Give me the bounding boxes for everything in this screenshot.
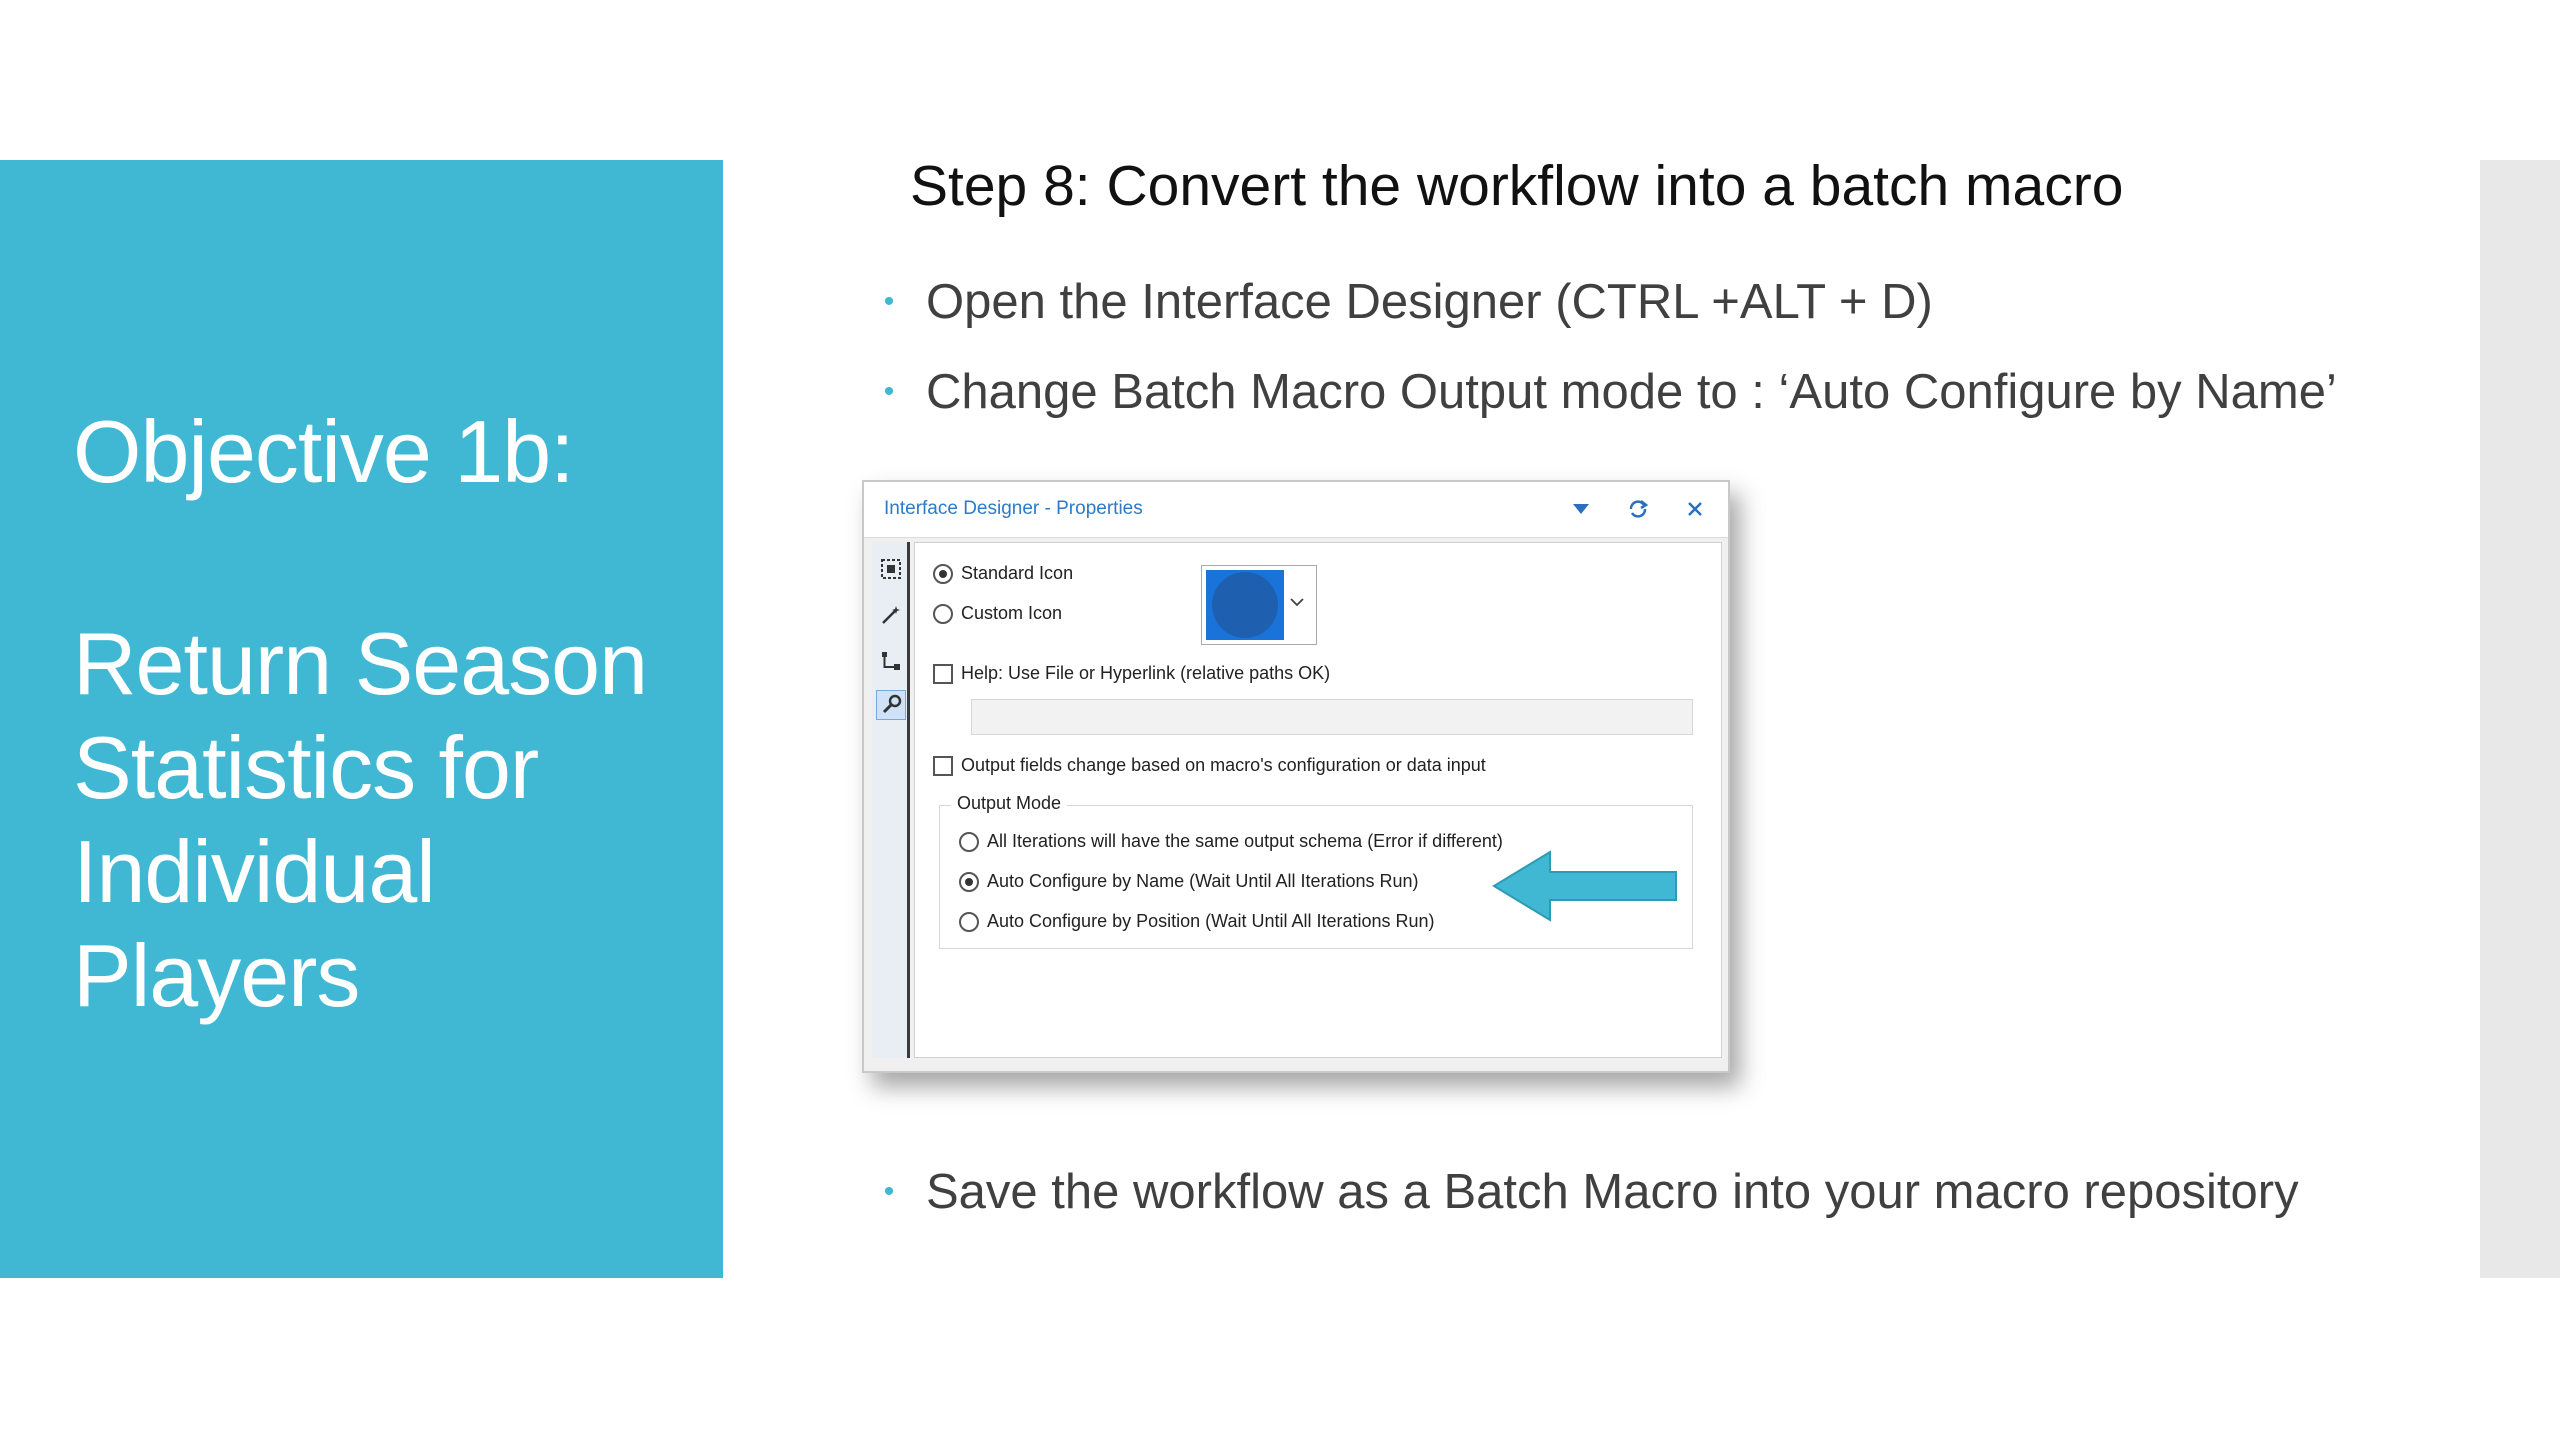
selection-icon[interactable]: [876, 554, 906, 584]
wrench-icon[interactable]: [876, 690, 906, 720]
output-mode-by-name[interactable]: Auto Configure by Name (Wait Until All I…: [959, 871, 1419, 892]
objective-subtitle: Return Season Statistics for Individual …: [73, 614, 648, 1025]
right-edge-strip: [2480, 160, 2560, 1278]
close-icon[interactable]: [1678, 492, 1712, 526]
by-position-radio[interactable]: [959, 911, 979, 932]
magic-wand-icon[interactable]: [876, 600, 906, 630]
same-schema-label: All Iterations will have the same output…: [987, 831, 1503, 851]
output-fields-option[interactable]: Output fields change based on macro's co…: [933, 755, 1486, 776]
standard-icon-label: Standard Icon: [961, 563, 1074, 583]
macro-icon-preview: [1206, 570, 1284, 640]
objective-title: Objective 1b:: [73, 402, 575, 501]
restore-icon[interactable]: [1621, 492, 1655, 526]
dropdown-arrow-icon[interactable]: [1564, 492, 1598, 526]
by-name-label: Auto Configure by Name (Wait Until All I…: [987, 871, 1419, 891]
interface-designer-dialog: Interface Designer - Properties Standard…: [862, 480, 1730, 1073]
help-option[interactable]: Help: Use File or Hyperlink (relative pa…: [933, 663, 1330, 684]
bullet-save-workflow: • Save the workflow as a Batch Macro int…: [880, 1160, 2480, 1224]
designer-sidebar: [872, 542, 910, 1058]
macro-circle-icon: [1212, 572, 1278, 638]
output-mode-same-schema[interactable]: All Iterations will have the same output…: [959, 831, 1503, 852]
step-title: Step 8: Convert the workflow into a batc…: [910, 154, 2124, 218]
standard-icon-radio[interactable]: [933, 563, 953, 584]
standard-icon-option[interactable]: Standard Icon: [933, 563, 1073, 584]
help-path-input[interactable]: [971, 699, 1693, 735]
bullet-icon: •: [883, 285, 895, 318]
properties-panel: Standard Icon Custom Icon Help: Use File…: [914, 542, 1722, 1058]
help-label: Help: Use File or Hyperlink (relative pa…: [961, 663, 1331, 683]
chevron-down-icon[interactable]: [1290, 592, 1304, 611]
output-fields-label: Output fields change based on macro's co…: [961, 755, 1486, 775]
by-position-label: Auto Configure by Position (Wait Until A…: [987, 911, 1435, 931]
left-arrow-icon: [1492, 850, 1677, 922]
bullet-text: Open the Interface Designer (CTRL +ALT +…: [926, 275, 1933, 329]
tree-view-icon[interactable]: [876, 646, 906, 676]
bullet-text: Save the workflow as a Batch Macro into …: [926, 1165, 2299, 1219]
output-fields-checkbox[interactable]: [933, 755, 953, 776]
custom-icon-label: Custom Icon: [961, 603, 1063, 623]
bullet-change-output-mode: • Change Batch Macro Output mode to : ‘A…: [880, 360, 2480, 424]
custom-icon-radio[interactable]: [933, 603, 953, 624]
icon-picker-dropdown[interactable]: [1201, 565, 1317, 645]
output-mode-by-position[interactable]: Auto Configure by Position (Wait Until A…: [959, 911, 1435, 932]
bullet-icon: •: [883, 1175, 895, 1208]
output-mode-label: Output Mode: [951, 793, 1068, 814]
dialog-title: Interface Designer - Properties: [884, 498, 1143, 519]
bullet-icon: •: [883, 375, 895, 408]
same-schema-radio[interactable]: [959, 831, 979, 852]
bullet-text: Change Batch Macro Output mode to : ‘Aut…: [926, 365, 2337, 419]
dialog-titlebar: Interface Designer - Properties: [864, 482, 1728, 538]
help-checkbox[interactable]: [933, 663, 953, 684]
custom-icon-option[interactable]: Custom Icon: [933, 603, 1062, 624]
bullet-open-designer: • Open the Interface Designer (CTRL +ALT…: [880, 270, 2480, 334]
by-name-radio[interactable]: [959, 871, 979, 892]
